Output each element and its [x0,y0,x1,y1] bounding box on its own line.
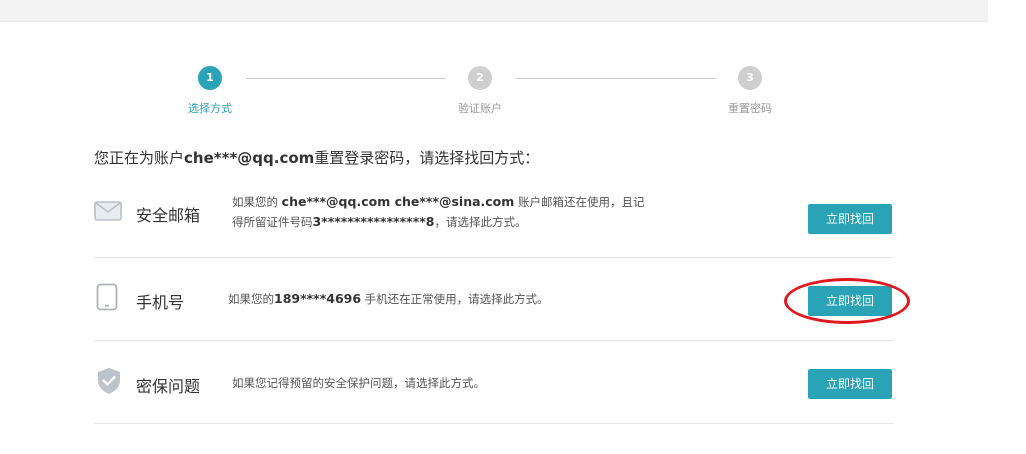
phone-desc-part-1: 如果您的 [228,292,274,306]
phone-icon [96,283,118,315]
id-number: 3****************8 [312,214,435,229]
email-desc-part-4: ，请选择此方式。 [434,215,527,229]
recover-by-security-question-button[interactable]: 立即找回 [808,369,892,399]
method-row-security: 密保问题 如果您记得预留的安全保护问题，请选择此方式。 立即找回 [94,342,894,424]
method-title-security: 密保问题 [136,377,201,396]
email-desc-part-3: 得所留证件号码 [232,215,313,229]
method-title-email: 安全邮箱 [136,206,201,225]
mail-icon [94,201,122,225]
shield-check-icon [97,367,121,399]
step-3-label: 重置密码 [728,102,772,115]
email-desc-part-1: 如果您的 [232,195,282,209]
intro-suffix: 重置登录密码，请选择找回方式： [314,149,540,167]
intro-account: che***@qq.com [184,149,315,167]
step-1-label: 选择方式 [188,102,232,115]
method-desc-phone: 如果您的189****4696 手机还在正常使用，请选择此方式。 [228,289,788,309]
email-desc-part-2: 账户邮箱还在使用，且记 [514,195,645,209]
method-row-email: 安全邮箱 如果您的 che***@qq.com che***@sina.com … [94,180,894,258]
top-band [0,0,988,22]
method-title-phone: 手机号 [136,293,185,312]
method-desc-security: 如果您记得预留的安全保护问题，请选择此方式。 [232,376,485,390]
phone-number: 189****4696 [274,291,362,306]
step-connector-2 [516,78,716,79]
method-row-phone: 手机号 如果您的189****4696 手机还在正常使用，请选择此方式。 立即找… [94,259,894,341]
method-desc-email: 如果您的 che***@qq.com che***@sina.com 账户邮箱还… [232,192,792,232]
phone-desc-part-2: 手机还在正常使用，请选择此方式。 [361,292,549,306]
recover-by-email-button[interactable]: 立即找回 [808,204,892,234]
highlight-annotation-ring [784,278,910,324]
step-3-circle: 3 [738,66,762,90]
email-addresses: che***@qq.com che***@sina.com [281,194,515,209]
step-1-circle: 1 [198,66,222,90]
intro-prefix: 您正在为账户 [94,149,185,167]
page: 1 选择方式 2 验证账户 3 重置密码 您正在为账户che***@qq.com… [0,0,1026,454]
intro-text: 您正在为账户che***@qq.com重置登录密码，请选择找回方式： [94,147,539,168]
step-connector-1 [246,78,446,79]
step-2-label: 验证账户 [458,102,502,115]
step-2-circle: 2 [468,66,492,90]
